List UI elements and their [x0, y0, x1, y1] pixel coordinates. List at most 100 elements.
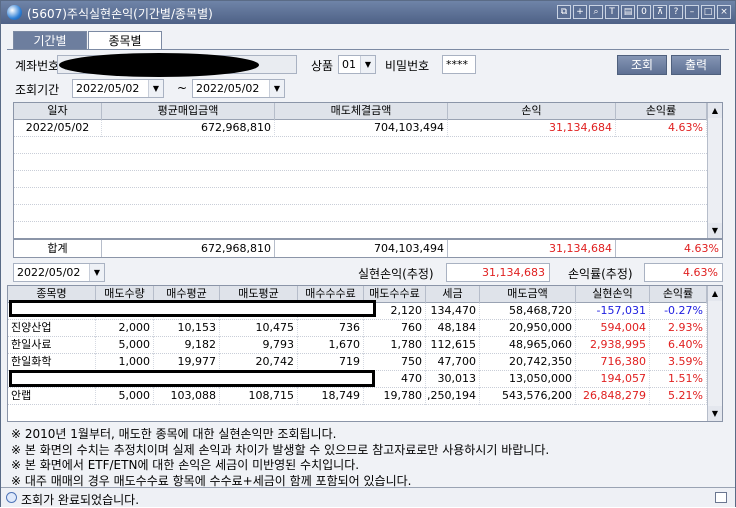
cell-buy-fee: 18,749	[298, 388, 364, 405]
chevron-down-icon[interactable]: ▼	[148, 80, 163, 97]
col-sell[interactable]: 매도체결금액	[275, 103, 448, 120]
minimize-icon[interactable]: –	[685, 5, 699, 19]
table-row[interactable]: 2022/05/02 672,968,810 704,103,494 31,13…	[14, 120, 707, 137]
cell-buy-avg: 9,182	[154, 337, 220, 354]
table-row[interactable]: 한일화학 1,000 19,977 20,742 719 750 47,700 20,742,…	[8, 354, 707, 371]
add-icon[interactable]: +	[573, 5, 587, 19]
note-line: ※ 2010년 1월부터, 매도한 종목에 대한 실현손익만 조회됩니다.	[11, 427, 337, 441]
stock-scrollbar[interactable]: ▲ ▼	[707, 286, 722, 421]
search-button[interactable]: 조회	[617, 55, 667, 75]
window-title: (5607)주식실현손익(기간별/종목별)	[27, 7, 213, 21]
cell-sell-amt: 58,468,720	[480, 303, 576, 320]
total-sell: 704,103,494	[275, 240, 448, 257]
text-icon[interactable]: T	[605, 5, 619, 19]
cell-rate: 3.59%	[650, 354, 707, 371]
cell-tax: 30,013	[426, 371, 480, 388]
col-date[interactable]: 일자	[14, 103, 102, 120]
screen-icon[interactable]	[715, 492, 727, 503]
scroll-down-icon[interactable]: ▼	[708, 406, 722, 421]
search-icon[interactable]: ⌕	[589, 5, 603, 19]
image-icon[interactable]: ▤	[621, 5, 635, 19]
pin-icon[interactable]: ⊼	[653, 5, 667, 19]
link-icon[interactable]: ⧉	[557, 5, 571, 19]
period-table: 일자 평균매입금액 매도체결금액 손익 손익률 2022/05/02 672,9…	[13, 102, 723, 239]
cell-buy-fee: 736	[298, 320, 364, 337]
stock-name-redaction	[9, 370, 375, 387]
cell-sell-fee: 760	[364, 320, 426, 337]
col-sell-amt[interactable]: 매도금액	[480, 286, 576, 303]
chevron-down-icon[interactable]: ▼	[269, 80, 284, 97]
total-avg-buy: 672,968,810	[102, 240, 275, 257]
row-rate: 4.63%	[616, 120, 707, 137]
cell-name: 안랩	[8, 388, 96, 405]
table-row[interactable]: 안랩 5,000 103,088 108,715 18,749 19,780,250,19…	[8, 388, 707, 405]
note-line: ※ 본 화면의 수치는 추정치이며 실제 손익과 차이가 발생할 수 있으므로 …	[11, 442, 550, 457]
cell-buy-avg: 19,977	[154, 354, 220, 371]
detail-date-select[interactable]: 2022/05/02 ▼	[13, 263, 105, 282]
col-tax[interactable]: 세금	[426, 286, 480, 303]
cell-pnl: -157,031	[576, 303, 650, 320]
scroll-up-icon[interactable]: ▲	[708, 103, 722, 118]
password-field[interactable]: ****	[442, 55, 476, 74]
account-label: 계좌번호	[15, 59, 60, 73]
cell-name: 한일화학	[8, 354, 96, 371]
table-row-empty	[14, 171, 707, 188]
table-row[interactable]: 진양산업 2,000 10,153 10,475 736 760 48,184 20,950,…	[8, 320, 707, 337]
cell-name: 한일사료	[8, 337, 96, 354]
print-button[interactable]: 출력	[671, 55, 721, 75]
table-row-empty	[8, 405, 707, 421]
cell-pnl: 594,004	[576, 320, 650, 337]
col-rate[interactable]: 손익률	[650, 286, 707, 303]
cell-qty: 2,000	[96, 320, 154, 337]
period-table-header: 일자 평균매입금액 매도체결금액 손익 손익률	[14, 103, 707, 120]
maximize-icon[interactable]: □	[701, 5, 715, 19]
cell-sell-avg: 108,715	[220, 388, 298, 405]
period-total-row: 합계 672,968,810 704,103,494 31,134,684 4.…	[13, 239, 723, 258]
scroll-down-icon[interactable]: ▼	[708, 223, 722, 238]
status-bar: 조회가 완료되었습니다.	[1, 487, 735, 507]
cell-sell-amt: 48,965,060	[480, 337, 576, 354]
detail-date-value: 2022/05/02	[17, 266, 81, 279]
col-rate[interactable]: 손익률	[616, 103, 707, 120]
scroll-up-icon[interactable]: ▲	[708, 286, 722, 301]
info-icon	[6, 492, 17, 503]
cell-tax: 112,615	[426, 337, 480, 354]
tab-divider	[7, 49, 729, 50]
tab-stock[interactable]: 종목별	[88, 31, 162, 50]
product-value: 01	[342, 58, 356, 71]
title-bar[interactable]: (5607)주식실현손익(기간별/종목별) ⧉ + ⌕ T ▤ 0 ⊼ ? – …	[1, 1, 735, 24]
stock-name-redaction	[9, 300, 376, 317]
table-row[interactable]: 한일사료 5,000 9,182 9,793 1,670 1,780 112,615 48,9…	[8, 337, 707, 354]
total-pnl: 31,134,684	[448, 240, 616, 257]
col-pnl[interactable]: 실현손익	[576, 286, 650, 303]
cell-rate: 6.40%	[650, 337, 707, 354]
table-row-empty	[14, 154, 707, 171]
table-row-empty	[14, 188, 707, 205]
rate-label: 손익률(추정)	[568, 267, 633, 281]
cell-buy-fee: 719	[298, 354, 364, 371]
close-icon[interactable]: ×	[717, 5, 731, 19]
total-rate: 4.63%	[684, 242, 719, 255]
period-label: 조회기간	[15, 83, 60, 97]
col-pnl[interactable]: 손익	[448, 103, 616, 120]
cell-pnl: 194,057	[576, 371, 650, 388]
start-date-select[interactable]: 2022/05/02 ▼	[72, 79, 164, 98]
col-avg-buy[interactable]: 평균매입금액	[102, 103, 275, 120]
product-select[interactable]: 01 ▼	[338, 55, 376, 74]
help-icon[interactable]: ?	[669, 5, 683, 19]
cell-tax: 47,700	[426, 354, 480, 371]
rate-value: 4.63%	[644, 263, 723, 282]
cell-sell-avg: 10,475	[220, 320, 298, 337]
chevron-down-icon[interactable]: ▼	[89, 264, 104, 281]
chevron-down-icon[interactable]: ▼	[360, 56, 375, 73]
table-row-empty	[14, 137, 707, 154]
product-label: 상품	[311, 59, 334, 73]
note-line: ※ 본 화면에서 ETF/ETN에 대한 손익은 세금이 미반영된 수치입니다.	[11, 458, 360, 472]
cell-qty: 5,000	[96, 388, 154, 405]
app-icon	[7, 5, 22, 20]
end-date-select[interactable]: 2022/05/02 ▼	[192, 79, 285, 98]
zero-icon[interactable]: 0	[637, 5, 651, 19]
start-date-value: 2022/05/02	[76, 82, 140, 95]
tab-period[interactable]: 기간별	[13, 31, 87, 50]
period-scrollbar[interactable]: ▲ ▼	[707, 103, 722, 238]
